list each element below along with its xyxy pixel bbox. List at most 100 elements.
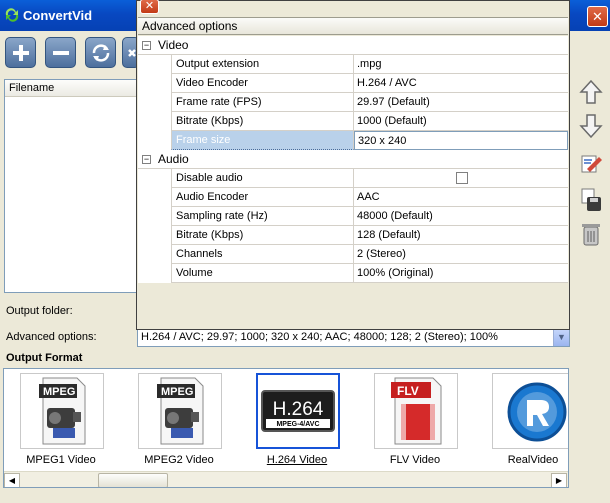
advanced-options-value: H.264 / AVC; 29.97; 1000; 320 x 240; AAC… [141, 331, 498, 343]
format-label: MPEG2 Video [144, 454, 214, 466]
property-value[interactable]: 128 (Default) [354, 226, 568, 245]
property-name: Disable audio [171, 169, 354, 188]
property-value[interactable]: 48000 (Default) [354, 207, 568, 226]
property-name: Bitrate (Kbps) [171, 112, 354, 131]
property-value[interactable]: 2 (Stereo) [354, 245, 568, 264]
group-audio[interactable]: − Audio [138, 150, 568, 169]
add-icon [13, 45, 29, 61]
format-item-h264[interactable]: H.264 MPEG-4/AVC H.264 Video [242, 373, 352, 469]
property-name: Frame size [171, 131, 354, 150]
scroll-thumb[interactable] [98, 473, 168, 487]
output-format-list: MPEG MPEG1 Video MPEG MPEG2 Video H.264 … [3, 368, 569, 488]
property-value[interactable]: 29.97 (Default) [354, 93, 568, 112]
row-gutter [138, 207, 171, 226]
property-row[interactable]: Frame rate (FPS) 29.97 (Default) [138, 93, 568, 112]
dropdown-arrow-button[interactable]: ▼ [553, 329, 569, 346]
property-row[interactable]: Disable audio [138, 169, 568, 188]
filename-column-header[interactable]: Filename [5, 80, 137, 97]
property-value[interactable]: 100% (Original) [354, 264, 568, 283]
property-row[interactable]: Volume 100% (Original) [138, 264, 568, 283]
property-grid: − Video Output extension .mpg Video Enco… [138, 36, 568, 283]
save-icon[interactable] [579, 187, 603, 213]
property-row[interactable]: Video Encoder H.264 / AVC [138, 74, 568, 93]
format-item-mpeg1[interactable]: MPEG MPEG1 Video [6, 373, 116, 469]
group-video[interactable]: − Video [138, 36, 568, 55]
h264-badge-text: H.264 [273, 399, 324, 420]
property-name: Output extension [171, 55, 354, 74]
format-label: FLV Video [389, 454, 441, 466]
format-label: MPEG1 Video [26, 454, 96, 466]
advanced-options-combobox[interactable]: H.264 / AVC; 29.97; 1000; 320 x 240; AAC… [137, 328, 570, 347]
format-list-scrollbar[interactable]: ◀ ▶ [4, 471, 568, 487]
scroll-left-button[interactable]: ◀ [4, 473, 20, 487]
row-gutter [138, 245, 171, 264]
h264-icon: H.264 MPEG-4/AVC [261, 390, 335, 432]
property-row-selected[interactable]: Frame size 320 x 240 [138, 131, 568, 150]
property-row[interactable]: Output extension .mpg [138, 55, 568, 74]
advanced-options-label: Advanced options: [6, 331, 97, 343]
property-row[interactable]: Audio Encoder AAC [138, 188, 568, 207]
mpeg-badge-text: MPEG [43, 386, 75, 398]
property-row[interactable]: Bitrate (Kbps) 1000 (Default) [138, 112, 568, 131]
row-gutter [138, 226, 171, 245]
flv-file-icon: FLV [391, 377, 442, 445]
real-icon [507, 382, 567, 442]
property-row[interactable]: Bitrate (Kbps) 128 (Default) [138, 226, 568, 245]
window-title: ConvertVid [23, 8, 93, 23]
property-value[interactable]: .mpg [354, 55, 568, 74]
row-gutter [138, 264, 171, 283]
property-name: Frame rate (FPS) [171, 93, 354, 112]
format-item-realvideo[interactable]: RealVideo [478, 373, 568, 469]
disable-audio-checkbox[interactable] [456, 172, 468, 184]
row-gutter [138, 55, 171, 74]
advanced-options-dialog: ✕ Advanced options − Video Output extens… [136, 0, 570, 330]
side-panel [572, 69, 610, 387]
mpeg-file-icon: MPEG [39, 377, 86, 445]
dialog-close-button[interactable]: ✕ [140, 0, 159, 14]
format-label: H.264 Video [266, 454, 328, 466]
edit-icon[interactable] [579, 151, 603, 175]
h264-sub-text: MPEG-4/AVC [276, 421, 319, 428]
group-label: Audio [158, 152, 189, 166]
format-item-mpeg2[interactable]: MPEG MPEG2 Video [124, 373, 234, 469]
collapse-toggle[interactable]: − [142, 155, 151, 164]
property-value[interactable]: 1000 (Default) [354, 112, 568, 131]
row-gutter [138, 131, 171, 150]
format-label: RealVideo [507, 454, 559, 466]
window-close-button[interactable]: ✕ [587, 6, 608, 27]
arrow-down-icon[interactable] [579, 113, 603, 139]
add-file-button[interactable] [5, 37, 36, 68]
arrow-up-icon[interactable] [579, 79, 603, 105]
property-row[interactable]: Sampling rate (Hz) 48000 (Default) [138, 207, 568, 226]
mpeg-badge-text: MPEG [161, 386, 193, 398]
trash-icon[interactable] [579, 221, 603, 247]
dialog-footer [138, 283, 568, 329]
row-gutter [138, 169, 171, 188]
row-gutter [138, 112, 171, 131]
format-thumbnail: MPEG [138, 373, 222, 449]
format-thumbnail: FLV [374, 373, 458, 449]
convert-button[interactable] [85, 37, 116, 68]
remove-icon [53, 51, 69, 55]
property-value-editor[interactable]: 320 x 240 [354, 131, 568, 150]
remove-file-button[interactable] [45, 37, 76, 68]
property-value[interactable]: H.264 / AVC [354, 74, 568, 93]
output-format-title: Output Format [6, 352, 83, 364]
scroll-right-button[interactable]: ▶ [551, 473, 567, 487]
dialog-title: Advanced options [138, 17, 568, 35]
row-gutter [138, 93, 171, 112]
row-gutter [138, 74, 171, 93]
output-folder-label: Output folder: [6, 305, 73, 317]
convert-icon [92, 44, 110, 62]
property-value[interactable]: AAC [354, 188, 568, 207]
property-name: Bitrate (Kbps) [171, 226, 354, 245]
flv-badge-text: FLV [397, 384, 419, 398]
property-row[interactable]: Channels 2 (Stereo) [138, 245, 568, 264]
property-value[interactable] [354, 169, 568, 188]
format-item-flv[interactable]: FLV FLV Video [360, 373, 470, 469]
collapse-toggle[interactable]: − [142, 41, 151, 50]
property-name: Volume [171, 264, 354, 283]
format-thumbnail [492, 373, 568, 449]
property-name: Video Encoder [171, 74, 354, 93]
file-list[interactable]: Filename [4, 79, 138, 293]
